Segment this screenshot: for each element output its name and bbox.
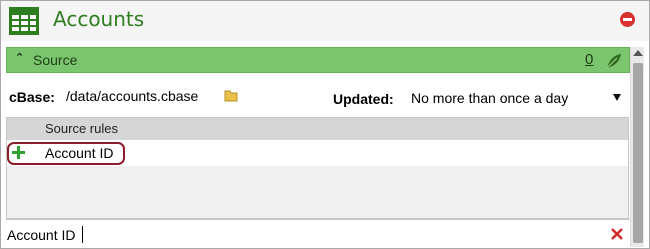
table-icon (9, 7, 39, 35)
cbase-path[interactable]: /data/accounts.cbase (66, 88, 198, 104)
rules-header: Source rules (7, 118, 628, 140)
update-frequency-select[interactable]: No more than once a day (411, 90, 568, 106)
rule-input[interactable] (7, 225, 597, 245)
scroll-thumb[interactable] (633, 63, 643, 243)
window-title: Accounts (53, 7, 145, 31)
cbase-label: cBase: (9, 89, 55, 105)
updated-label: Updated: (333, 91, 394, 107)
rule-row[interactable]: Account ID (7, 140, 628, 166)
title-bar: Accounts (1, 1, 649, 41)
source-section-header[interactable]: ⌃ Source 0 (6, 47, 630, 73)
chevron-double-up-icon[interactable]: ⌃ (15, 51, 24, 64)
section-title: Source (33, 52, 78, 68)
chevron-down-icon[interactable] (613, 94, 621, 101)
rule-label[interactable]: Account ID (45, 145, 113, 161)
plus-icon[interactable] (12, 146, 25, 159)
scroll-up-arrow-icon[interactable] (633, 50, 643, 56)
rule-input-row (6, 219, 630, 247)
leaf-icon[interactable] (605, 52, 623, 70)
accounts-window: Accounts ⌃ Source 0 cBase: /data/account… (0, 0, 650, 249)
vertical-scrollbar[interactable] (630, 47, 644, 247)
clear-icon[interactable] (611, 228, 623, 240)
close-icon[interactable] (620, 12, 635, 27)
folder-icon[interactable] (224, 88, 239, 103)
source-count-link[interactable]: 0 (585, 51, 593, 68)
text-cursor (82, 226, 83, 243)
source-rules-table: Source rules Account ID (6, 117, 629, 219)
rules-header-label: Source rules (45, 121, 118, 136)
